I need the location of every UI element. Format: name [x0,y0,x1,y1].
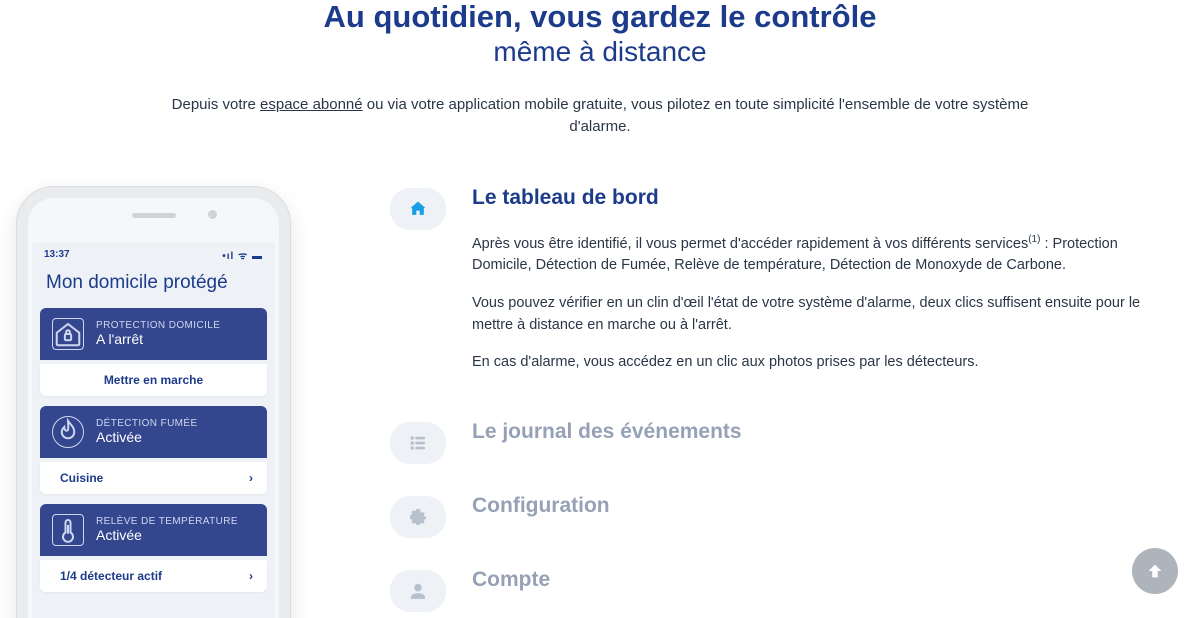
home-icon [390,188,446,230]
accordion-dashboard-title: Le tableau de bord [472,186,1180,210]
phone-screen: 13:37 •ıl ᯤ ▬ Mon domicile protégé PROTE… [32,242,275,618]
chevron-right-icon: › [249,569,253,583]
accordion-item-journal[interactable]: Le journal des événements [390,420,1180,464]
subscriber-area-link[interactable]: espace abonné [260,96,363,113]
card-smoke-sub: DÉTECTION FUMÉE [96,418,198,429]
app-screen-title: Mon domicile protégé [32,264,275,308]
card-temp-action[interactable]: 1/4 détecteur actif › [40,560,267,592]
phone-statusbar: 13:37 •ıl ᯤ ▬ [32,242,275,264]
hero-title-line2: même à distance [40,36,1160,68]
hero-intro: Depuis votre espace abonné ou via votre … [145,94,1055,138]
card-protection-domicile[interactable]: PROTECTION DOMICILE A l'arrêt [40,308,267,360]
accordion-item-dashboard[interactable]: Le tableau de bord Après vous être ident… [390,186,1180,391]
intro-prefix: Depuis votre [172,96,260,113]
intro-suffix: ou via votre application mobile gratuite… [363,96,1029,135]
features-accordion: Le tableau de bord Après vous être ident… [390,186,1180,618]
card-smoke-action-label: Cuisine [60,471,103,485]
card-protection-action-label: Mettre en marche [104,373,203,387]
card-temperature[interactable]: RELÈVE DE TEMPÉRATURE Activée [40,504,267,556]
accordion-item-account[interactable]: Compte [390,568,1180,612]
accordion-dashboard-body: Après vous être identifié, il vous perme… [472,232,1180,375]
card-temp-state: Activée [96,527,238,543]
dashboard-p2: Vous pouvez vérifier en un clin d'œil l'… [472,293,1180,337]
accordion-item-config[interactable]: Configuration [390,494,1180,538]
scroll-to-top-button[interactable] [1132,548,1178,594]
card-protection-action[interactable]: Mettre en marche [40,364,267,396]
accordion-journal-title: Le journal des événements [472,420,742,444]
card-smoke-action[interactable]: Cuisine › [40,462,267,494]
list-icon [390,422,446,464]
flame-icon [52,416,84,448]
card-temp-sub: RELÈVE DE TEMPÉRATURE [96,516,238,527]
gear-icon [390,496,446,538]
card-protection-state: A l'arrêt [96,331,220,347]
user-icon [390,570,446,612]
card-temp-action-label: 1/4 détecteur actif [60,569,162,583]
house-lock-icon [52,318,84,350]
arrow-up-icon [1144,560,1166,582]
phone-mockup-column: 13:37 •ıl ᯤ ▬ Mon domicile protégé PROTE… [0,186,320,618]
footnote-ref: (1) [1028,234,1040,245]
accordion-account-title: Compte [472,568,550,592]
card-smoke-detection[interactable]: DÉTECTION FUMÉE Activée [40,406,267,458]
card-protection-sub: PROTECTION DOMICILE [96,320,220,331]
phone-frame: 13:37 •ıl ᯤ ▬ Mon domicile protégé PROTE… [16,186,291,618]
dashboard-p1a: Après vous être identifié, il vous perme… [472,235,1028,251]
hero-heading: Au quotidien, vous gardez le contrôle mê… [0,0,1200,138]
status-signal-icon: •ıl ᯤ ▬ [222,248,263,262]
accordion-config-title: Configuration [472,494,610,518]
status-time: 13:37 [44,249,70,260]
thermometer-icon [52,514,84,546]
chevron-right-icon: › [249,471,253,485]
hero-title-line1: Au quotidien, vous gardez le contrôle [40,0,1160,34]
dashboard-p3: En cas d'alarme, vous accédez en un clic… [472,352,1180,374]
card-smoke-state: Activée [96,429,198,445]
